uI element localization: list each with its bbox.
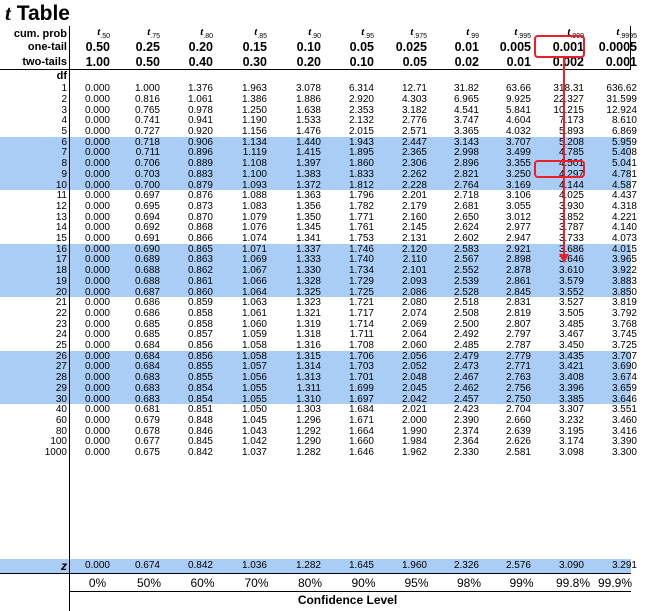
highlight-arrow: [559, 58, 569, 263]
arrow-head: [559, 254, 569, 263]
